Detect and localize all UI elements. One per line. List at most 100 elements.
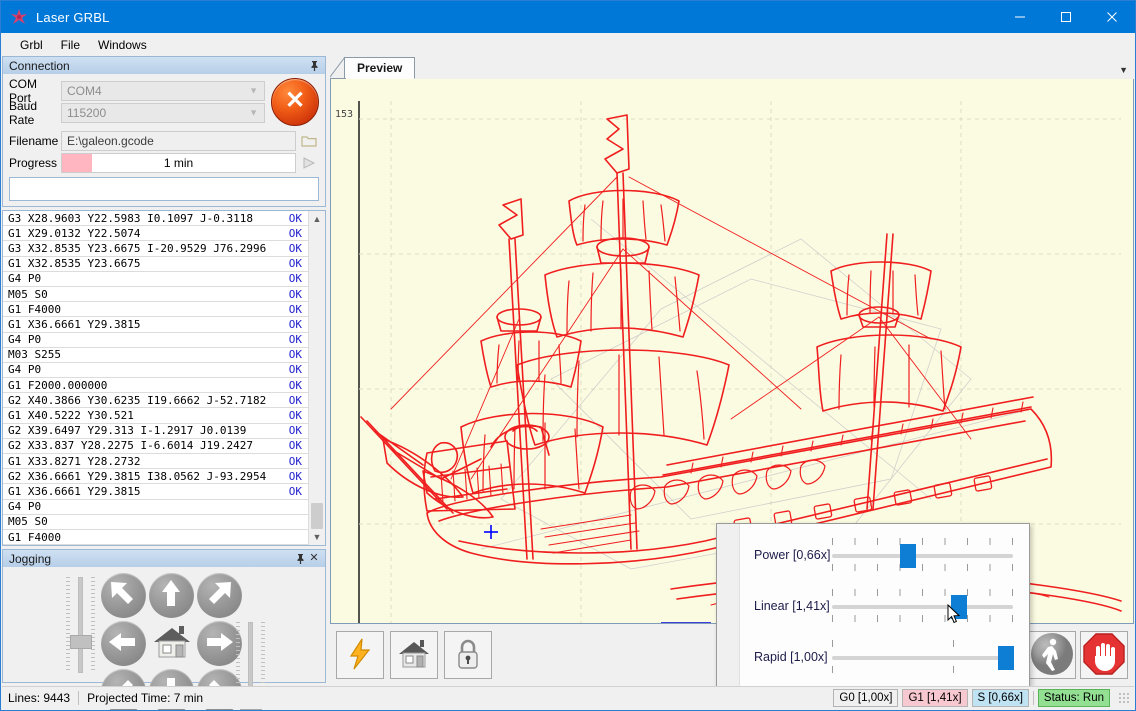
- stop-button[interactable]: [1080, 631, 1128, 679]
- gcode-line-status: OK: [288, 424, 302, 438]
- minimize-icon[interactable]: [997, 1, 1043, 33]
- menu-item-file[interactable]: File: [52, 35, 89, 55]
- gcode-line[interactable]: G1 X29.0132 Y22.5074 OK: [3, 226, 308, 242]
- run-button[interactable]: [1028, 631, 1076, 679]
- gcode-line[interactable]: G4 P0 OK: [3, 272, 308, 287]
- unlock-alarm-button[interactable]: [336, 631, 384, 679]
- gcode-line[interactable]: G4 P0: [3, 500, 308, 515]
- folder-open-icon[interactable]: [299, 131, 319, 151]
- gcode-line-status: OK: [288, 469, 302, 483]
- lightning-bolt-icon: [345, 637, 375, 674]
- gcode-line-text: G1 X36.6661 Y29.3815: [8, 484, 141, 498]
- gcode-line[interactable]: G4 P0 OK: [3, 333, 308, 348]
- gcode-line[interactable]: G3 X28.9603 Y22.5983 I0.1097 J-0.3118 OK: [3, 211, 308, 227]
- gcode-line[interactable]: G1 F4000 OK: [3, 302, 308, 318]
- linear-override-label: Linear [1,41x]: [754, 598, 830, 613]
- gcode-line-text: G1 X36.6661 Y29.3815: [8, 317, 141, 331]
- menu-item-grbl[interactable]: Grbl: [11, 35, 52, 55]
- gcode-line-text: G1 F4000: [8, 302, 61, 316]
- gcode-line-text: G4 P0: [8, 363, 42, 377]
- gcode-line[interactable]: M05 S0 OK: [3, 287, 308, 303]
- progress-row: Progress 1 min: [9, 152, 319, 173]
- gcode-scrollbar[interactable]: ▲ ▼: [308, 211, 325, 545]
- close-icon[interactable]: ✕: [307, 552, 321, 566]
- menu-item-windows[interactable]: Windows: [89, 35, 156, 55]
- scrollbar-thumb[interactable]: [311, 503, 323, 529]
- jog-up-right[interactable]: [197, 573, 242, 618]
- projected-time-label: Projected Time: 7 min: [87, 691, 204, 705]
- connection-panel-header: Connection: [2, 56, 326, 74]
- s-override-badge[interactable]: S [0,66x]: [971, 689, 1029, 707]
- close-icon[interactable]: [1089, 1, 1135, 33]
- lock-icon: [455, 637, 481, 674]
- play-icon[interactable]: [299, 153, 319, 173]
- gcode-line[interactable]: G2 X39.6497 Y29.313 I-1.2917 J0.0139 OK: [3, 424, 308, 439]
- linear-override-slider[interactable]: [832, 586, 1013, 626]
- jog-left[interactable]: [101, 621, 146, 666]
- gcode-line-status: OK: [288, 409, 302, 423]
- home-button[interactable]: [390, 631, 438, 679]
- jog-step-slider[interactable]: [61, 577, 97, 673]
- gcode-line[interactable]: G2 X40.3866 Y30.6235 I19.6662 J-52.7182 O…: [3, 393, 308, 409]
- overrides-popup[interactable]: Power [0,66x] Linear [1,41x] Rapid [1,00…: [716, 523, 1030, 689]
- gcode-line-status: OK: [288, 454, 302, 468]
- gcode-line[interactable]: G4 P0 OK: [3, 363, 308, 379]
- left-dock: Connection COM Port COM4 ▼ Baud Rate 115…: [2, 56, 326, 710]
- gcode-line[interactable]: G3 X32.8535 Y23.6675 I-20.9529 J76.2996 O…: [3, 241, 308, 257]
- gcode-line-status: OK: [288, 211, 302, 225]
- tab-preview[interactable]: Preview: [344, 57, 416, 79]
- gcode-line[interactable]: M03 S255 OK: [3, 348, 308, 363]
- lasergrbl-window: Laser GRBL Grbl File Windows Connection: [0, 0, 1136, 711]
- gcode-line-text: G4 P0: [8, 272, 42, 286]
- rapid-override-slider-thumb[interactable]: [997, 645, 1014, 670]
- mouse-pointer-icon: [947, 603, 961, 624]
- pin-icon[interactable]: [293, 552, 307, 566]
- disconnect-x-icon[interactable]: ✕: [271, 78, 319, 126]
- gcode-line[interactable]: G2 X33.837 Y28.2275 I-6.6014 J19.2427 OK: [3, 439, 308, 454]
- jog-step-slider-thumb[interactable]: [70, 635, 92, 649]
- gcode-line-text: G3 X28.9603 Y22.5983 I0.1097 J-0.3118: [8, 211, 254, 225]
- g0-override-badge[interactable]: G0 [1,00x]: [833, 689, 899, 707]
- progress-bar: 1 min: [61, 152, 296, 173]
- gcode-line-status: OK: [288, 257, 302, 271]
- progress-fill: [62, 153, 93, 172]
- gcode-line[interactable]: M05 S0: [3, 515, 308, 530]
- gcode-line[interactable]: G1 X33.8271 Y28.2732 OK: [3, 454, 308, 470]
- gcode-line[interactable]: G1 X36.6661 Y29.3815 OK: [3, 317, 308, 333]
- maximize-icon[interactable]: [1043, 1, 1089, 33]
- gcode-line-text: G2 X33.837 Y28.2275 I-6.6014 J19.2427: [8, 439, 254, 453]
- gcode-list[interactable]: G3 X28.9603 Y22.5983 I0.1097 J-0.3118 OK G…: [3, 211, 308, 545]
- arrow-left-icon: [101, 620, 146, 668]
- resize-grip-icon[interactable]: [1118, 692, 1130, 704]
- laser-grbl-logo-icon: [8, 6, 30, 28]
- gcode-line[interactable]: G1 F4000: [3, 530, 308, 545]
- power-override-slider-thumb[interactable]: [900, 544, 917, 569]
- linear-override-row: Linear [1,41x]: [717, 583, 1029, 629]
- gcode-line-text: M05 S0: [8, 287, 48, 301]
- title-bar: Laser GRBL: [1, 1, 1135, 33]
- command-input[interactable]: [9, 177, 319, 201]
- gcode-line[interactable]: G1 X40.5222 Y30.521 OK: [3, 408, 308, 424]
- chevron-down-icon[interactable]: ▼: [1119, 65, 1128, 75]
- g1-override-badge[interactable]: G1 [1,41x]: [902, 689, 968, 707]
- pin-icon[interactable]: [307, 59, 321, 73]
- chevron-down-icon[interactable]: ▼: [309, 529, 325, 545]
- gcode-line[interactable]: G1 X32.8535 Y23.6675 OK: [3, 257, 308, 272]
- gcode-line[interactable]: G2 X36.6661 Y29.3815 I38.0562 J-93.2954 O…: [3, 469, 308, 485]
- filename-field[interactable]: E:\galeon.gcode: [61, 130, 296, 151]
- chevron-up-icon[interactable]: ▲: [309, 211, 325, 227]
- jog-up-left[interactable]: [101, 573, 146, 618]
- gcode-line[interactable]: G1 F2000.000000 OK: [3, 378, 308, 394]
- gcode-list-panel: G3 X28.9603 Y22.5983 I0.1097 J-0.3118 OK G…: [2, 210, 326, 546]
- gcode-line[interactable]: G1 X36.6661 Y29.3815 OK: [3, 484, 308, 500]
- rapid-override-slider[interactable]: [832, 637, 1014, 677]
- jogging-panel-body: [2, 567, 326, 710]
- baud-rate-select[interactable]: 115200 ▼: [61, 102, 265, 123]
- power-override-slider[interactable]: [832, 535, 1013, 575]
- com-port-select[interactable]: COM4 ▼: [61, 80, 265, 101]
- lock-button[interactable]: [444, 631, 492, 679]
- jog-up[interactable]: [149, 573, 194, 618]
- gcode-line-status: OK: [288, 226, 302, 240]
- jog-home[interactable]: [149, 621, 194, 666]
- home-icon: [397, 638, 431, 673]
